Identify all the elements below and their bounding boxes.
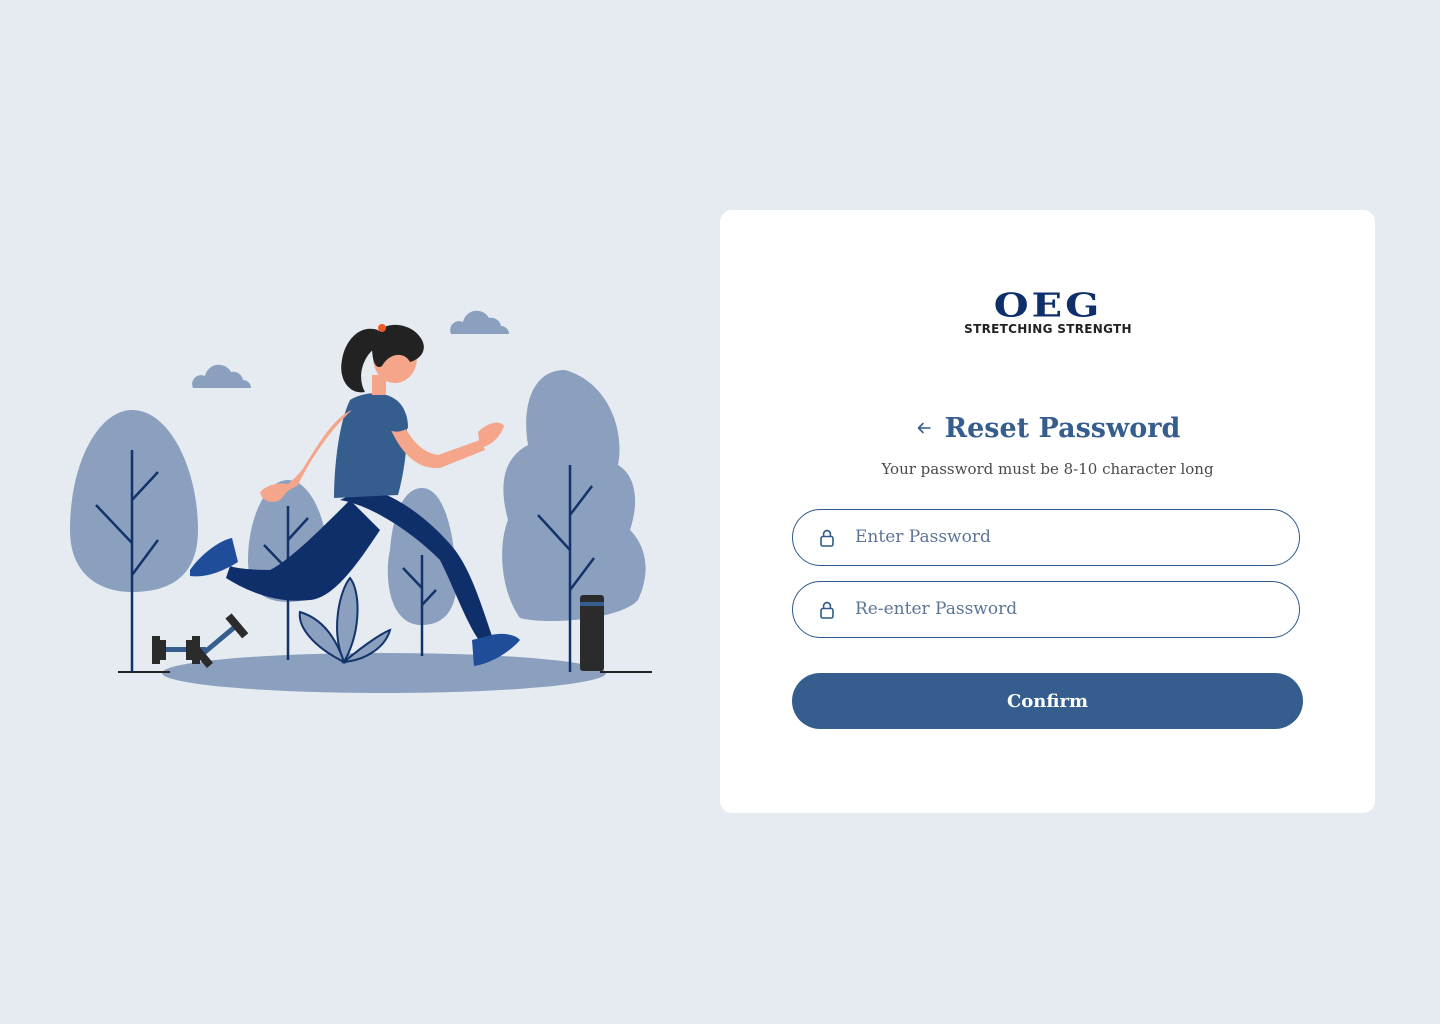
- lock-icon: [820, 529, 834, 547]
- arrow-left-icon[interactable]: [915, 419, 933, 437]
- reset-password-card: OEG STRETCHING STRENGTH Reset Password Y…: [720, 210, 1375, 813]
- confirm-button[interactable]: Confirm: [792, 673, 1303, 729]
- password-field[interactable]: [792, 509, 1300, 566]
- password-hint: Your password must be 8-10 character lon…: [881, 460, 1214, 478]
- tree-right: [502, 370, 646, 672]
- brand-logo: OEG STRETCHING STRENGTH: [946, 286, 1150, 340]
- tree-left: [70, 410, 198, 672]
- ground-shadow: [162, 653, 606, 693]
- cloud-icon: [450, 310, 509, 334]
- water-bottle: [580, 595, 604, 671]
- page-title: Reset Password: [944, 412, 1181, 444]
- cloud-icon: [192, 364, 251, 388]
- reset-password-page: OEG STRETCHING STRENGTH Reset Password Y…: [0, 0, 1440, 1024]
- runner-illustration: [70, 310, 652, 693]
- title-row: Reset Password: [720, 408, 1375, 448]
- brand-logo-word: OEG: [993, 286, 1103, 325]
- lock-icon: [820, 601, 834, 619]
- reenter-password-input[interactable]: [855, 582, 1275, 636]
- password-input[interactable]: [855, 510, 1275, 564]
- reenter-password-field[interactable]: [792, 581, 1300, 638]
- brand-tagline: STRETCHING STRENGTH: [964, 322, 1132, 336]
